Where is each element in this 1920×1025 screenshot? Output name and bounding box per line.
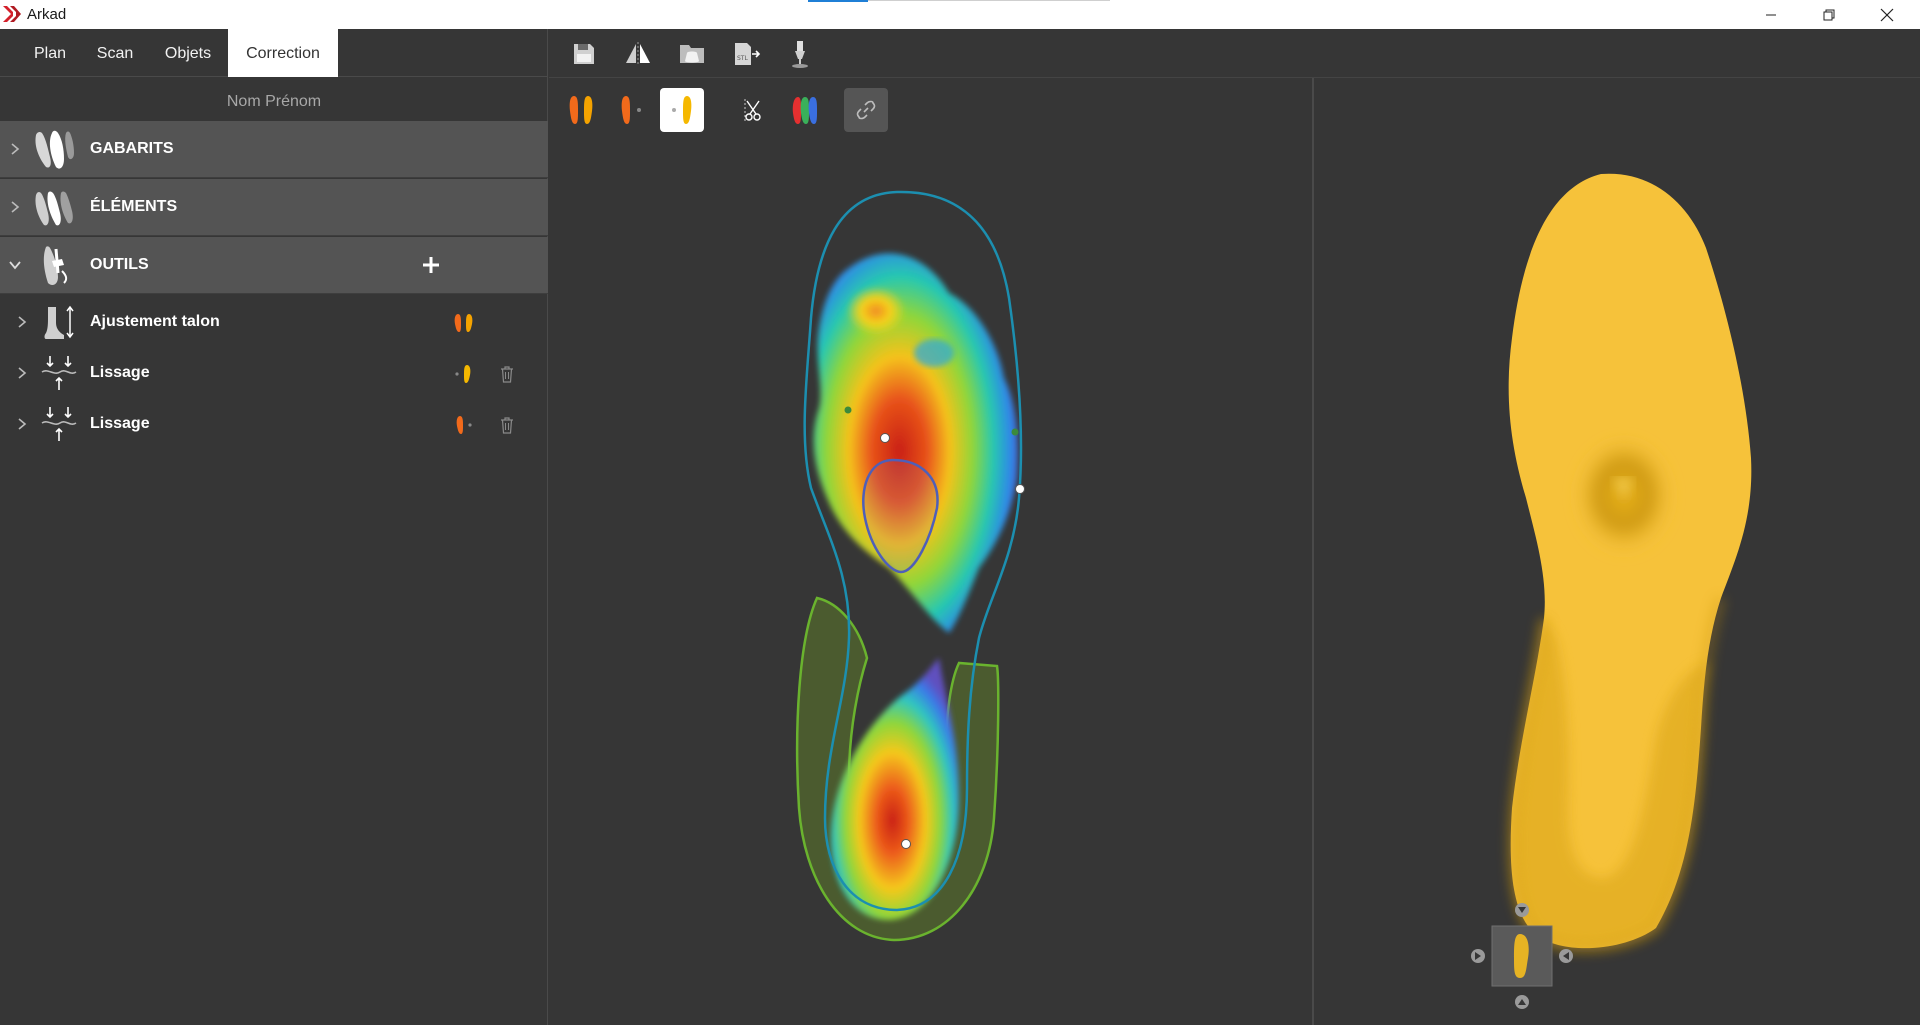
chevron-right-icon: [18, 418, 27, 430]
tool-label: Lissage: [90, 415, 150, 432]
tools-icon: [43, 246, 68, 285]
smoothing-icon: [41, 407, 77, 441]
restore-button[interactable]: [1800, 0, 1858, 29]
machine-icon: [792, 41, 808, 68]
tab-plan[interactable]: Plan: [20, 29, 80, 77]
save-button[interactable]: [567, 37, 601, 71]
window-title: Arkad: [27, 6, 67, 23]
tab-objets[interactable]: Objets: [152, 29, 224, 77]
tool-row-ajustement-talon[interactable]: Ajustement talon: [0, 297, 548, 347]
import-button[interactable]: [675, 37, 709, 71]
heel-adjust-icon: [44, 305, 74, 339]
trash-icon[interactable]: [498, 364, 516, 384]
title-bar: Arkad: [0, 0, 1920, 29]
arkad-logo-icon: [3, 6, 21, 22]
section-label-gabarits: GABARITS: [90, 140, 174, 157]
tab-scan[interactable]: Scan: [86, 29, 144, 77]
machine-button[interactable]: [783, 37, 817, 71]
main-toolbar: STL: [549, 29, 1920, 78]
save-icon: [574, 44, 594, 64]
tab-correction[interactable]: Correction: [228, 29, 338, 77]
chevron-right-icon: [18, 316, 27, 328]
trash-icon[interactable]: [498, 415, 516, 435]
svg-text:STL: STL: [737, 55, 748, 62]
section-label-elements: ÉLÉMENTS: [90, 198, 178, 215]
templates-icon: [35, 130, 74, 169]
mirror-icon: [626, 42, 650, 66]
tool-row-lissage-1[interactable]: Lissage: [0, 348, 548, 398]
minimize-icon: [1766, 14, 1776, 15]
insole-model[interactable]: [1316, 78, 1920, 1025]
section-label-outils: OUTILS: [90, 256, 149, 273]
pressure-viewport[interactable]: [549, 78, 1314, 1025]
title-divider: [868, 0, 1110, 1]
left-panel: Plan Scan Objets Correction Nom Prénom G…: [0, 29, 548, 1025]
stl-export-icon: STL: [735, 43, 761, 65]
title-progress-indicator: [808, 0, 868, 2]
patient-name: Nom Prénom: [226, 93, 322, 110]
tab-bar: Plan Scan Objets Correction: [0, 29, 548, 77]
section-gabarits[interactable]: GABARITS: [0, 121, 548, 178]
chevron-right-icon: [18, 367, 27, 379]
mirror-button[interactable]: [621, 37, 655, 71]
chevron-right-icon: [11, 143, 20, 155]
tool-label: Lissage: [90, 364, 150, 381]
import-icon: [680, 45, 704, 63]
tool-label: Ajustement talon: [90, 313, 220, 330]
left-foot-icon: [456, 416, 472, 434]
view-orientation-widget[interactable]: [1470, 902, 1574, 1010]
restore-icon: [1823, 9, 1835, 20]
tool-row-lissage-2[interactable]: Lissage: [0, 399, 548, 449]
stl-export-button[interactable]: STL: [729, 37, 763, 71]
section-elements[interactable]: ÉLÉMENTS: [0, 179, 548, 236]
right-foot-icon: [455, 365, 471, 383]
smoothing-icon: [41, 356, 77, 390]
both-feet-icon: [454, 314, 473, 332]
add-tool-button[interactable]: [419, 253, 443, 277]
elements-icon: [35, 191, 73, 226]
close-button[interactable]: [1858, 0, 1916, 29]
pressure-map[interactable]: [549, 78, 1314, 1025]
insole-3d-viewport[interactable]: [1316, 78, 1920, 1025]
minimize-button[interactable]: [1742, 0, 1800, 29]
chevron-right-icon: [11, 201, 20, 213]
close-icon: [1880, 8, 1894, 21]
section-outils[interactable]: OUTILS: [0, 237, 548, 294]
chevron-down-icon: [9, 261, 21, 270]
